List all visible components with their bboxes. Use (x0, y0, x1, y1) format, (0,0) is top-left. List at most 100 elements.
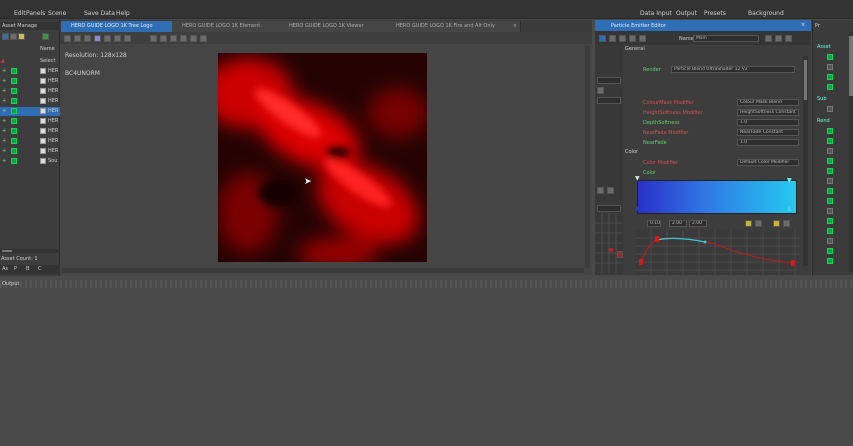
refresh-icon[interactable] (2, 33, 9, 40)
gutter-dropdown-2[interactable] (597, 97, 621, 104)
right-item-checkbox[interactable] (827, 188, 833, 194)
expand-icon[interactable]: + (2, 98, 6, 104)
right-item-checkbox[interactable] (827, 148, 833, 154)
texture-preview[interactable]: ➤ (218, 53, 427, 262)
expand-icon[interactable]: + (2, 118, 6, 124)
right-v-scroll[interactable] (849, 32, 853, 272)
gradient-stop-bottom-right[interactable]: ▲ (787, 205, 792, 212)
list-item[interactable]: + HER (0, 77, 60, 86)
viewport-h-scroll[interactable] (62, 268, 584, 273)
menu-item-scene[interactable]: Scene (48, 10, 66, 17)
copy-icon[interactable] (619, 35, 626, 42)
visibility-checkbox[interactable] (11, 78, 17, 84)
toolbar-icon-7[interactable] (124, 35, 131, 42)
tab-fire-alt[interactable]: HERO GUIDE LOGO 1K Fire and Alt Only × (386, 21, 521, 32)
expand-icon[interactable]: + (2, 88, 6, 94)
close-icon[interactable]: × (801, 22, 805, 28)
right-item-checkbox[interactable] (827, 128, 833, 134)
right-item-checkbox[interactable] (827, 158, 833, 164)
channel-all-icon[interactable] (190, 35, 197, 42)
right-item-rend[interactable]: Rend (817, 118, 830, 124)
menu-right-output[interactable]: Output (676, 10, 697, 17)
property-value[interactable]: NearFade Constant (737, 129, 799, 136)
list-item[interactable]: + HER (0, 137, 60, 146)
right-item-checkbox[interactable] (827, 106, 833, 112)
right-item-checkbox[interactable] (827, 168, 833, 174)
menu-item-panels[interactable]: Panels (26, 10, 45, 17)
list-item[interactable]: + HER (0, 127, 60, 136)
right-item-checkbox[interactable] (827, 198, 833, 204)
properties-v-scroll[interactable] (803, 56, 808, 266)
toolbar-icon-5[interactable] (104, 35, 111, 42)
visibility-checkbox[interactable] (11, 128, 17, 134)
right-item-checkbox[interactable] (827, 228, 833, 234)
right-item-checkbox[interactable] (827, 248, 833, 254)
column-name-header[interactable]: Name (40, 46, 55, 52)
property-value[interactable]: 1.0 (737, 139, 799, 146)
add-icon[interactable] (42, 33, 49, 40)
right-item-checkbox[interactable] (827, 84, 833, 90)
right-item-checkbox[interactable] (827, 54, 833, 60)
menu-right-data-input[interactable]: Data Input (640, 10, 672, 17)
visibility-checkbox[interactable] (11, 98, 17, 104)
gradient-stop-top-left[interactable]: ▼ (635, 175, 640, 182)
gradient-stop-top-right[interactable]: ▼ (787, 177, 792, 184)
visibility-checkbox[interactable] (11, 138, 17, 144)
gutter-dropdown-1[interactable] (597, 77, 621, 84)
list-item[interactable]: + HER (0, 117, 60, 126)
viewport-v-scroll[interactable] (585, 46, 590, 268)
refresh-icon[interactable] (599, 35, 606, 42)
undo-icon[interactable] (639, 35, 646, 42)
tab-viewer[interactable]: HERO GUIDE LOGO 1K Viewer× (279, 21, 394, 32)
list-item[interactable]: + HER (0, 87, 60, 96)
expand-icon[interactable]: + (2, 138, 6, 144)
tab-b-icon[interactable]: B (26, 266, 29, 272)
right-item-checkbox[interactable] (827, 218, 833, 224)
gutter-dropdown-3[interactable] (597, 205, 621, 212)
edit-icon[interactable] (765, 35, 772, 42)
visibility-checkbox[interactable] (11, 68, 17, 74)
toolbar-icon-1[interactable] (64, 35, 71, 42)
name-dropdown[interactable]: Main (693, 35, 759, 42)
toolbar-icon-4[interactable] (94, 35, 101, 42)
lock-icon[interactable] (773, 220, 780, 227)
remove-icon[interactable] (785, 35, 792, 42)
expand-icon[interactable]: + (2, 148, 6, 154)
curve-value-1[interactable]: 0.10 (647, 220, 661, 227)
curve-icon-1[interactable] (755, 220, 762, 227)
expand-icon[interactable]: + (2, 68, 6, 74)
channel-g-icon[interactable] (160, 35, 167, 42)
list-item[interactable]: + HER (0, 67, 60, 76)
tab-p-icon[interactable]: P (14, 266, 17, 272)
key-icon[interactable] (745, 220, 752, 227)
right-item-sub[interactable]: Sub (817, 96, 827, 102)
tab-c-icon[interactable]: C (38, 266, 42, 272)
paste-icon[interactable] (629, 35, 636, 42)
curve-icon-2[interactable] (783, 220, 790, 227)
property-value[interactable]: Colour Mask Blend (737, 99, 799, 106)
channel-alpha-icon[interactable] (200, 35, 207, 42)
channel-b-icon[interactable] (170, 35, 177, 42)
gutter-icon-2[interactable] (597, 187, 604, 194)
right-item-checkbox[interactable] (827, 74, 833, 80)
list-item[interactable]: + HER (0, 107, 60, 116)
property-value[interactable]: 1.0 (737, 119, 799, 126)
gutter-icon-3[interactable] (607, 187, 614, 194)
right-item-checkbox[interactable] (827, 208, 833, 214)
right-item-checkbox[interactable] (827, 138, 833, 144)
save-icon[interactable] (609, 35, 616, 42)
tab-element[interactable]: HERO GUIDE LOGO 1K Element× (172, 21, 287, 32)
channel-r-icon[interactable] (150, 35, 157, 42)
right-item-asset[interactable]: Asset (817, 44, 831, 50)
toolbar-icon-3[interactable] (84, 35, 91, 42)
visibility-checkbox[interactable] (11, 118, 17, 124)
curve-value-3[interactable]: 2.00 (689, 220, 707, 227)
close-tab-icon[interactable]: × (513, 21, 517, 32)
visibility-checkbox[interactable] (11, 158, 17, 164)
visibility-checkbox[interactable] (11, 88, 17, 94)
expand-icon[interactable]: + (2, 108, 6, 114)
add-icon[interactable] (775, 35, 782, 42)
toolbar-icon-2[interactable] (74, 35, 81, 42)
open-icon[interactable] (18, 33, 25, 40)
property-value[interactable]: HeightSoftness Constant (737, 109, 799, 116)
